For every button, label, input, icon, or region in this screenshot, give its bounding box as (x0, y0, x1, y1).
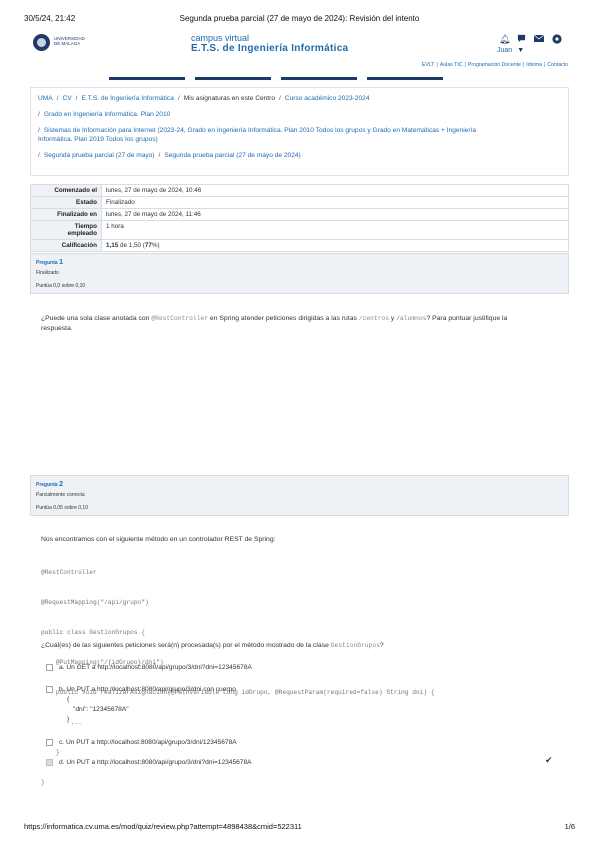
user-icons: 🔔︎ (499, 34, 569, 46)
request-body: { "dni": "12345678A" } (67, 696, 129, 723)
question-text: ¿Puede una sola clase anotada con @RestC… (41, 315, 508, 332)
summary-row: Comenzado el lunes, 27 de mayo de 2024, … (30, 184, 569, 197)
summary-value: Finalizado (101, 196, 569, 209)
correct-check-icon: ✔ (545, 755, 553, 765)
color-bar-segment (367, 77, 443, 80)
breadcrumb-asignatura-cont[interactable]: Informática. Plan 2019 Todos los grupos) (38, 136, 158, 143)
site-title-line2: E.T.S. de Ingeniería Informática (191, 43, 349, 54)
user-menu[interactable]: Juan ▼ (497, 47, 524, 54)
color-bar-segment (109, 77, 185, 80)
site-title-line1: campus virtual (191, 33, 250, 43)
color-bar (30, 77, 569, 81)
envelope-icon[interactable] (533, 34, 545, 45)
summary-row: Tiempo empleado 1 hora (30, 220, 569, 240)
breadcrumb-curso[interactable]: Curso académico 2023-2024 (285, 95, 370, 102)
print-url: https://informatica.cv.uma.es/mod/quiz/r… (24, 822, 302, 831)
university-logo[interactable]: UNIVERSIDAD DE MÁLAGA (33, 33, 85, 53)
breadcrumb-etsi[interactable]: E.T.S. de Ingeniería Informática (82, 95, 174, 102)
breadcrumb-grado[interactable]: Grado en Ingeniería Informática. Plan 20… (44, 111, 170, 118)
code-line: @RequestMapping("/api/grupo") (41, 599, 149, 606)
link-programacion-docente[interactable]: Programación Docente (468, 62, 521, 68)
code-line: } (41, 749, 60, 756)
question-status: Finalizado (36, 270, 59, 276)
breadcrumb-row: / Grado en Ingeniería Informática. Plan 2… (38, 111, 171, 118)
link-aulas-tic[interactable]: Aulas TIC (440, 62, 463, 68)
summary-value: 1 hora (101, 220, 569, 240)
summary-label: Calificación (30, 239, 102, 252)
answer-option-b[interactable]: b. Un PUT a http://localhost:8080/api/gr… (46, 685, 236, 725)
checkbox[interactable] (46, 685, 53, 693)
comment-icon[interactable] (517, 34, 526, 45)
summary-row: Finalizado en lunes, 27 de mayo de 2024,… (30, 208, 569, 221)
top-links: EVLT | Aulas TIC | Programación Docente | Idio… (421, 62, 568, 68)
settings-icon[interactable] (552, 34, 562, 46)
code-line: } (41, 779, 45, 786)
summary-label: Finalizado en (30, 208, 102, 221)
breadcrumb-row: / Sistemas de Información para Internet (… (38, 127, 477, 143)
breadcrumb: UMA / CV / E.T.S. de Ingeniería Informática /… (30, 87, 569, 176)
breadcrumb-cv[interactable]: CV (63, 95, 72, 102)
site-title[interactable]: campus virtual E.T.S. de Ingeniería Info… (191, 33, 348, 54)
checkbox[interactable] (46, 663, 53, 671)
link-contacto[interactable]: Contacto (547, 62, 568, 68)
grade-score: 1,15 (106, 242, 119, 249)
color-bar-segment (357, 77, 367, 80)
summary-value: lunes, 27 de mayo de 2024, 11:46 (101, 208, 569, 221)
answer-option-d[interactable]: d. Un PUT a http://localhost:8080/api/gr… (46, 758, 252, 768)
question-status: Parcialmente correcta (36, 492, 85, 498)
breadcrumb-row: UMA / CV / E.T.S. de Ingeniería Informática /… (38, 95, 370, 102)
breadcrumb-uma[interactable]: UMA (38, 95, 53, 102)
chevron-down-icon: ▼ (517, 47, 525, 54)
breadcrumb-mis-asignaturas[interactable]: Mis asignaturas en este Centro (184, 95, 275, 102)
color-bar-segment (271, 77, 281, 80)
link-evlt[interactable]: EVLT (422, 62, 435, 68)
question-info: Pregunta 2 Parcialmente correcta Puntúa … (30, 475, 569, 516)
color-bar-segment (195, 77, 271, 80)
color-bar-segment (185, 77, 195, 80)
answer-option-a[interactable]: a. Un GET a http://localhost:8080/api/gr… (46, 663, 252, 673)
question-points: Puntúa 0,0 sobre 0,10 (36, 283, 86, 289)
color-bar-segment (281, 77, 357, 80)
answer-option-c[interactable]: c. Un PUT a http://localhost:8080/api/gr… (46, 738, 237, 748)
color-bar-segment (443, 77, 569, 80)
question-info: Pregunta 1 Finalizado Puntúa 0,0 sobre 0… (30, 253, 569, 294)
breadcrumb-quiz[interactable]: Segunda prueba parcial (27 de mayo de 20… (164, 152, 300, 159)
user-name: Juan (497, 47, 513, 54)
print-title: Segunda prueba parcial (27 de mayo de 20… (179, 14, 420, 23)
summary-row: Calificación 1,15 de 1,50 (77%) (30, 239, 569, 252)
print-page-number: 1/6 (564, 822, 575, 831)
question-points: Puntúa 0,05 sobre 0,10 (36, 505, 88, 511)
logo-text: UNIVERSIDAD DE MÁLAGA (54, 36, 85, 46)
code-line: @RestController (41, 569, 97, 576)
summary-value: 1,15 de 1,50 (77%) (101, 239, 569, 252)
question-text: ¿Cuál(es) de las siguientes peticiones s… (41, 642, 384, 649)
checkbox-checked[interactable] (46, 758, 53, 766)
print-footer: https://informatica.cv.uma.es/mod/quiz/r… (24, 822, 575, 834)
bell-icon[interactable]: 🔔︎ (499, 34, 510, 45)
breadcrumb-seccion[interactable]: Segunda prueba parcial (27 de mayo) (44, 152, 155, 159)
summary-label: Estado (30, 196, 102, 209)
summary-label: Tiempo empleado (30, 220, 102, 240)
code-line: public class GestionGrupos { (41, 629, 145, 636)
summary-row: Estado Finalizado (30, 196, 569, 209)
seal-icon (33, 34, 50, 51)
grade-percent: 77 (144, 242, 152, 249)
question-number: Pregunta 1 (36, 259, 63, 266)
summary-label: Comenzado el (30, 184, 102, 197)
summary-value: lunes, 27 de mayo de 2024, 10:46 (101, 184, 569, 197)
link-idioma[interactable]: Idioma (526, 62, 542, 68)
color-bar-segment (30, 77, 109, 80)
question-number: Pregunta 2 (36, 481, 63, 488)
question-intro: Nos encontramos con el siguiente método … (41, 536, 276, 543)
attempt-summary: Comenzado el lunes, 27 de mayo de 2024, … (30, 184, 569, 252)
breadcrumb-row: / Segunda prueba parcial (27 de mayo) / Seg… (38, 152, 301, 159)
checkbox[interactable] (46, 738, 53, 746)
breadcrumb-asignatura[interactable]: Sistemas de Información para Internet (2… (44, 127, 476, 134)
